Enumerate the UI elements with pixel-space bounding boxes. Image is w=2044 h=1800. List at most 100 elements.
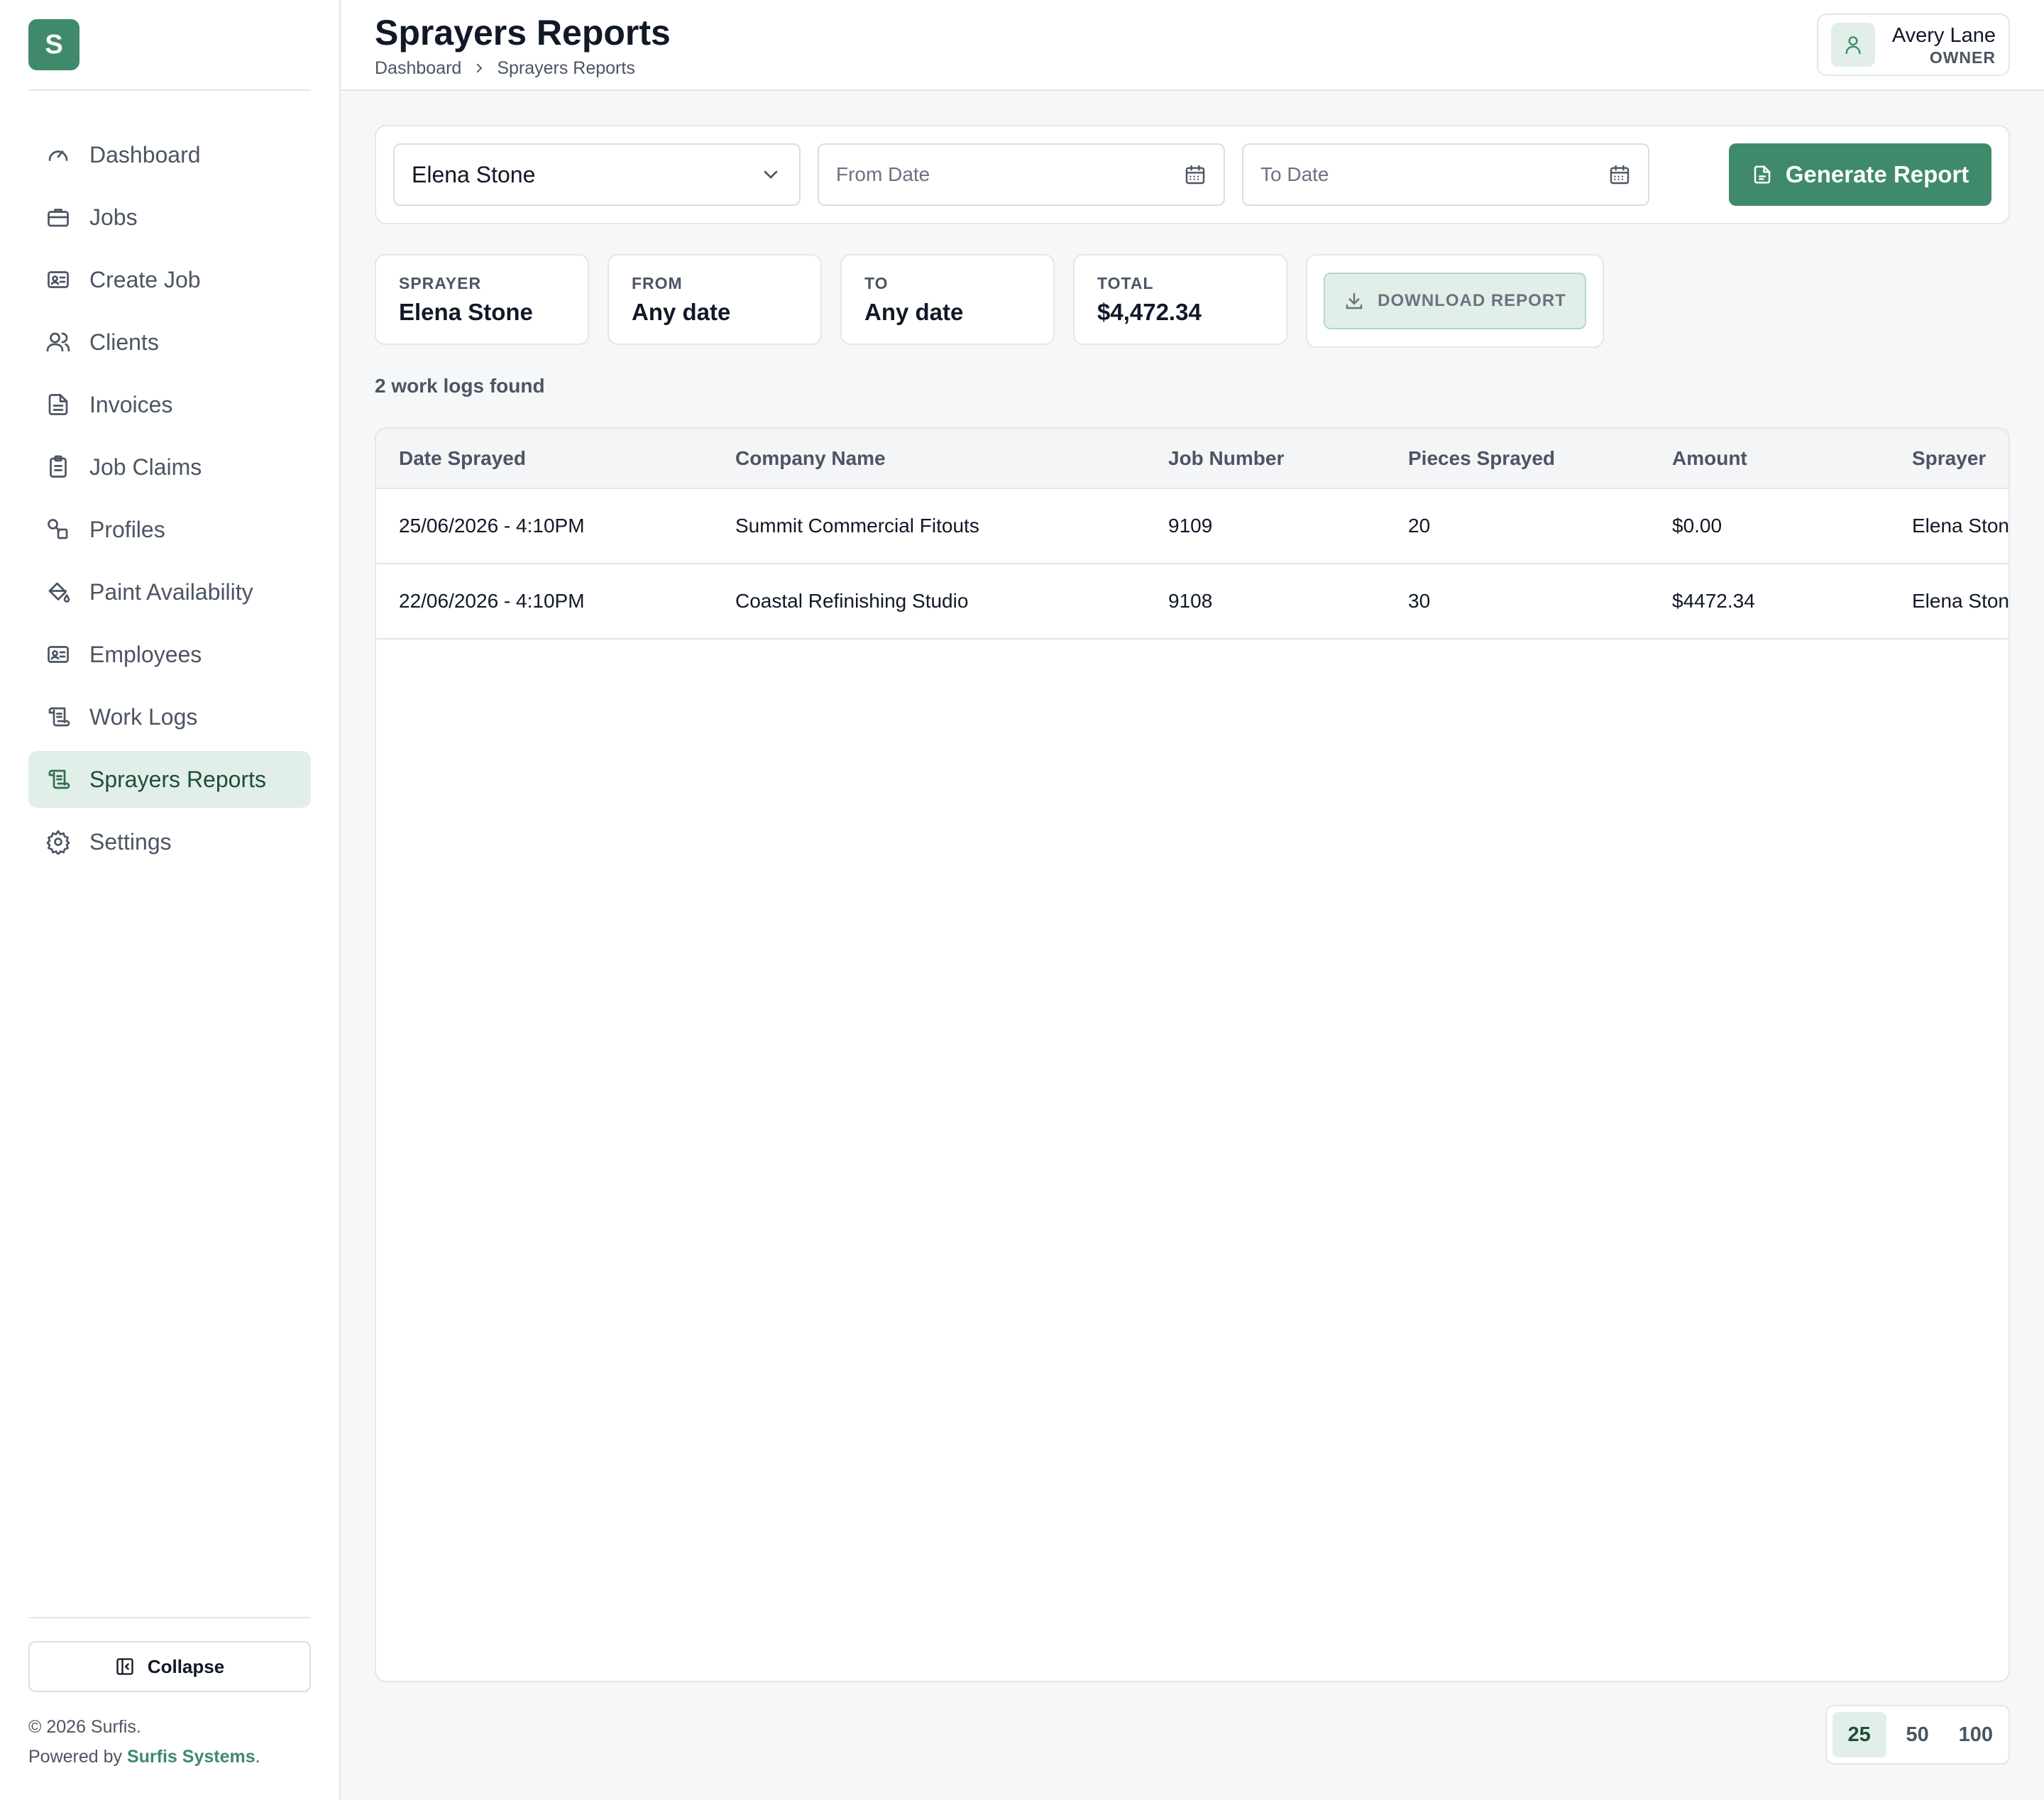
app-logo[interactable]: S: [28, 19, 79, 70]
sprayer-select[interactable]: Elena Stone: [393, 143, 801, 206]
scroll-icon: [48, 707, 70, 727]
work-logs-table-container[interactable]: Date Sprayed Company Name Job Number Pie…: [375, 427, 2010, 1682]
from-date-placeholder: From Date: [836, 163, 930, 185]
column-header[interactable]: Company Name: [713, 429, 1145, 488]
powered-by-link[interactable]: Surfis Systems: [127, 1747, 256, 1767]
generate-report-label: Generate Report: [1785, 161, 1969, 187]
sidebar-item-sprayers-reports[interactable]: Sprayers Reports: [28, 751, 311, 808]
table-cell: $0.00: [1672, 515, 1722, 537]
card-label: SPRAYER: [399, 274, 482, 292]
powered-by: Powered by Surfis Systems.: [28, 1742, 311, 1772]
chevron-right-icon: [477, 63, 483, 73]
sidebar-item-label: Settings: [89, 828, 172, 855]
card-value: Elena Stone: [399, 299, 533, 325]
sidebar-footer: Collapse © 2026 Surfis. Powered by Surfi…: [28, 1617, 311, 1800]
sidebar-item-label: Create Job: [89, 266, 201, 292]
generate-report-button[interactable]: Generate Report: [1729, 143, 1991, 206]
card-label: TO: [864, 274, 889, 292]
table-cell: 25/06/2026 - 4:10PM: [399, 515, 585, 537]
page-size-25[interactable]: 25: [1832, 1712, 1886, 1757]
table-cell: Elena Stone: [1912, 590, 2009, 612]
column-header[interactable]: Date Sprayed: [376, 429, 713, 488]
download-icon: [1346, 292, 1363, 309]
briefcase-icon: [48, 209, 69, 227]
powered-suffix: .: [255, 1747, 260, 1767]
id-card-icon: [48, 271, 69, 288]
powered-prefix: Powered by: [28, 1747, 123, 1767]
user-icon: [1845, 36, 1861, 55]
title-block: Sprayers Reports Dashboard Sprayers Repo…: [375, 11, 671, 79]
column-header[interactable]: Job Number: [1145, 429, 1385, 488]
main-area: Sprayers Reports Dashboard Sprayers Repo…: [341, 0, 2044, 1800]
from-date-input[interactable]: From Date: [818, 143, 1225, 206]
work-logs-table: Date Sprayed Company Name Job Number Pie…: [376, 429, 2009, 640]
table-cell: 30: [1408, 590, 1431, 612]
sidebar-item-label: Invoices: [89, 391, 173, 417]
table-cell: 20: [1408, 515, 1431, 537]
user-role: OWNER: [1929, 48, 1996, 67]
column-header[interactable]: Amount: [1649, 429, 1889, 488]
user-info: Avery Lane OWNER: [1892, 23, 1996, 67]
avatar: [1830, 23, 1875, 67]
sidebar: S Dashboard Jobs Create Job Clients Invo…: [0, 0, 341, 1800]
content: Elena Stone From Date To Date Generate R…: [341, 91, 2044, 1682]
card-label: TOTAL: [1097, 274, 1154, 292]
sidebar-item-profiles[interactable]: Profiles: [28, 501, 311, 558]
download-report-button[interactable]: DOWNLOAD REPORT: [1324, 273, 1586, 329]
sidebar-item-work-logs[interactable]: Work Logs: [28, 688, 311, 745]
scroll-icon: [48, 769, 70, 789]
calendar-icon[interactable]: [1184, 163, 1207, 186]
sidebar-item-create-job[interactable]: Create Job: [28, 251, 311, 308]
sidebar-item-employees[interactable]: Employees: [28, 626, 311, 683]
user-name: Avery Lane: [1891, 23, 1996, 47]
calendar-icon[interactable]: [1608, 163, 1631, 186]
paint-bucket-icon: [48, 582, 70, 603]
file-text-icon: [48, 394, 68, 415]
file-icon: [1754, 165, 1770, 184]
sprayer-select-value: Elena Stone: [412, 161, 536, 187]
collapse-label: Collapse: [147, 1655, 225, 1677]
card-value: $4,472.34: [1097, 299, 1202, 325]
table-cell: Summit Commercial Fitouts: [735, 515, 979, 537]
breadcrumb-current: Sprayers Reports: [497, 57, 635, 78]
chevron-down-icon: [764, 170, 778, 179]
card-value: Any date: [864, 299, 964, 325]
sidebar-item-label: Work Logs: [89, 703, 198, 730]
to-date-placeholder: To Date: [1260, 163, 1329, 185]
sidebar-item-settings[interactable]: Settings: [28, 813, 311, 870]
sidebar-item-clients[interactable]: Clients: [28, 314, 311, 371]
app-root: S Dashboard Jobs Create Job Clients Invo…: [0, 0, 2044, 1800]
sidebar-item-invoices[interactable]: Invoices: [28, 376, 311, 433]
user-menu[interactable]: Avery Lane OWNER: [1816, 13, 2010, 76]
table-row[interactable]: 22/06/2026 - 4:10PM Coastal Refinishing …: [376, 564, 2009, 639]
sidebar-item-label: Employees: [89, 641, 202, 667]
download-card: DOWNLOAD REPORT: [1306, 254, 1604, 348]
page-title: Sprayers Reports: [375, 12, 671, 53]
sidebar-item-label: Paint Availability: [89, 578, 253, 605]
table-cell: 9108: [1168, 590, 1213, 612]
table-cell: Elena Stone: [1912, 515, 2009, 537]
table-cell: $4472.34: [1672, 590, 1755, 612]
page-size-50[interactable]: 50: [1891, 1712, 1945, 1757]
breadcrumb-dashboard[interactable]: Dashboard: [375, 58, 461, 79]
sidebar-item-paint-availability[interactable]: Paint Availability: [28, 564, 311, 620]
gear-icon: [46, 830, 70, 855]
to-date-input[interactable]: To Date: [1242, 143, 1649, 206]
sidebar-item-job-claims[interactable]: Job Claims: [28, 439, 311, 495]
sidebar-item-jobs[interactable]: Jobs: [28, 189, 311, 246]
table-row[interactable]: 25/06/2026 - 4:10PM Summit Commercial Fi…: [376, 488, 2009, 564]
page-size-100[interactable]: 100: [1949, 1712, 2003, 1757]
collapse-button[interactable]: Collapse: [28, 1641, 311, 1692]
column-header[interactable]: Sprayer: [1889, 429, 2009, 488]
brand-area: S: [28, 0, 311, 91]
summary-card-from: FROM Any date: [608, 254, 822, 345]
sidebar-item-dashboard[interactable]: Dashboard: [28, 126, 311, 183]
page-size-selector: 25 50 100: [1825, 1705, 2010, 1765]
summary-card-sprayer: SPRAYER Elena Stone: [375, 254, 589, 345]
table-cell: 9109: [1168, 515, 1213, 537]
column-header[interactable]: Pieces Sprayed: [1385, 429, 1649, 488]
topbar: Sprayers Reports Dashboard Sprayers Repo…: [341, 0, 2044, 91]
panel-collapse-icon: [116, 1658, 133, 1675]
sidebar-nav: Dashboard Jobs Create Job Clients Invoic…: [28, 126, 311, 870]
